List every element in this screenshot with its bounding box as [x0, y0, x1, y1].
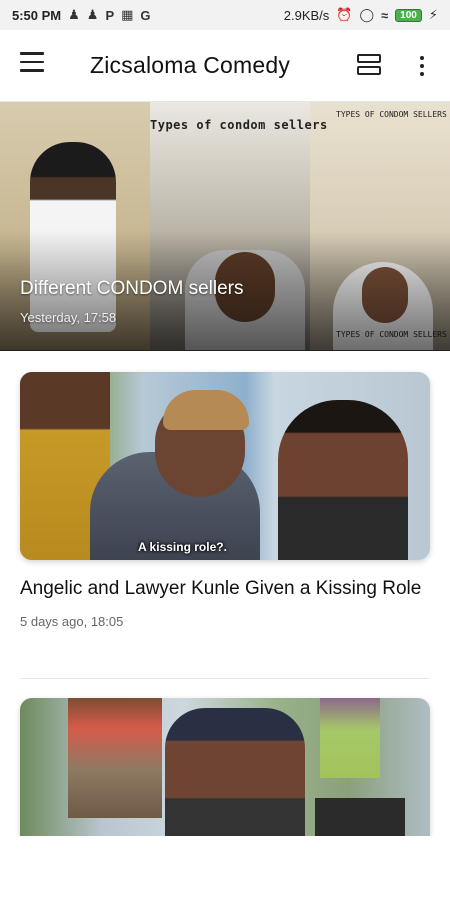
p-icon: P — [105, 7, 115, 23]
battery-icon: 100 — [395, 8, 422, 22]
post-divider — [20, 678, 430, 679]
status-bar: 5:50 PM ♟ ♟ P ▦ G 2.9KB/s ⏰ ◯ ≈ 100 ⚡ — [0, 0, 450, 30]
hero-thumbnail-caption-small: TYPES OF CONDOM SELLERS — [336, 110, 447, 119]
post-timestamp: 5 days ago, 18:05 — [20, 614, 124, 629]
menu-icon — [20, 60, 44, 63]
post-thumbnail: A kissing role?. — [20, 372, 430, 560]
layout-toggle-button[interactable] — [357, 54, 383, 78]
app-title: Zicsaloma Comedy — [90, 52, 291, 78]
status-time: 5:50 PM — [12, 7, 62, 23]
app-bar: Zicsaloma Comedy — [0, 30, 450, 102]
view-stream-icon — [357, 54, 381, 63]
hero-thumbnail-caption: Types of condom sellers — [150, 118, 328, 132]
thumbnail-panel — [315, 798, 405, 836]
g-icon: G — [140, 7, 151, 23]
post-card[interactable]: A kissing role?. Angelic and Lawyer Kunl… — [20, 372, 430, 629]
thumbnail-person — [68, 698, 162, 818]
thumbnail-subtitle: A kissing role?. — [138, 540, 227, 554]
person-icon: ♟ — [86, 7, 99, 22]
thumbnail-person — [320, 698, 380, 778]
hero-timestamp: Yesterday, 17:58 — [20, 310, 117, 325]
status-right: 2.9KB/s ⏰ ◯ ≈ 100 ⚡ — [284, 7, 438, 23]
thumbnail-person — [278, 400, 408, 560]
thumbnail-hat — [163, 390, 249, 430]
wifi-icon: ≈ — [381, 7, 389, 23]
post-card[interactable] — [20, 698, 430, 836]
view-stream-icon — [357, 66, 381, 75]
featured-post[interactable]: Types of condom sellers TYPES OF CONDOM … — [0, 102, 450, 350]
menu-icon — [20, 69, 44, 72]
hero-divider — [0, 350, 450, 351]
hero-title: Different CONDOM sellers — [20, 278, 244, 299]
person-icon: ♟ — [68, 7, 80, 22]
post-title: Angelic and Lawyer Kunle Given a Kissing… — [20, 578, 422, 599]
status-left: 5:50 PM ♟ ♟ P ▦ G — [12, 7, 151, 23]
more-vert-icon — [420, 56, 424, 60]
signal-icon: ◯ — [359, 7, 375, 22]
network-speed: 2.9KB/s — [283, 7, 330, 23]
charging-icon: ⚡ — [428, 7, 438, 22]
more-vert-icon — [420, 64, 424, 68]
more-options-button[interactable] — [414, 52, 430, 80]
bottom-area — [0, 836, 450, 900]
trash-icon: ▦ — [121, 7, 134, 22]
menu-button[interactable] — [20, 52, 48, 78]
menu-icon — [20, 52, 44, 55]
thumbnail-person — [165, 708, 305, 836]
alarm-icon: ⏰ — [336, 7, 353, 22]
post-thumbnail — [20, 698, 430, 836]
more-vert-icon — [420, 72, 424, 76]
